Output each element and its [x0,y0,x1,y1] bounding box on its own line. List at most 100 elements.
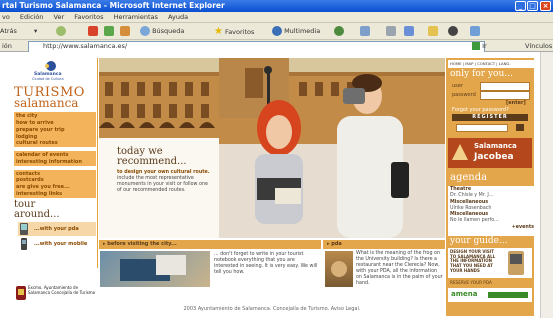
minimize-button[interactable]: _ [515,1,526,11]
menu-the-city[interactable]: the city [16,113,37,119]
edit-button[interactable] [404,26,414,37]
scallop-shell-icon [452,144,468,160]
maximize-button[interactable]: □ [527,1,538,11]
recommend-text-body: include the most representative monument… [117,176,208,193]
recommend-heading-2: recommend... [117,156,187,167]
search-button[interactable]: Búsqueda [140,26,184,37]
enter-button[interactable]: [enter] [506,100,526,106]
guide-title: your guide... [450,236,508,246]
jacobea-line1: Salamanca [474,142,517,150]
refresh-icon [104,26,114,36]
frog-carving-image [331,261,347,277]
favorites-button[interactable]: ★ Favoritos [214,26,254,37]
media-icon [272,26,282,36]
mobile-link[interactable]: ...with your mobile [18,238,96,250]
menu-free[interactable]: are give you free... [16,184,70,190]
mobile-phone-icon [21,238,27,250]
menu-interesting-info[interactable]: interesting information [16,159,82,165]
page-footer: 2003 Ayuntamiento de Salamanca. Concejal… [183,306,361,312]
menu-interesting-links[interactable]: interesting links [16,191,62,197]
page-scrollbar[interactable] [540,52,553,318]
mail-button[interactable] [360,26,370,37]
pda-bar-label: pda [331,241,342,247]
menu-bar: vo Edición Ver Favoritos Herramientas Ay… [0,12,553,23]
star-icon: ★ [214,26,223,37]
folder-icon [428,26,438,36]
search-go-icon[interactable] [516,124,524,131]
arrow-right-icon: ▸ [103,241,106,247]
address-bar: ión http://www.salamanca.es/ Ir Vínculos [0,40,553,53]
mail-icon [360,26,370,36]
logo-mark-icon [45,61,56,71]
mobile-link-label: ...with your mobile [34,241,88,247]
top-links[interactable]: HOME | MAP | CONTACT | LANG. [448,60,534,68]
links-label[interactable]: Vínculos [525,40,552,52]
menu-cultural-routes[interactable]: cultural routes [16,140,58,146]
agenda-title: agenda [450,172,488,183]
home-icon [120,26,130,36]
guide-text: DESIGN YOUR VISIT TO SALAMANCA ALL THE I… [450,249,496,273]
address-label: ión [2,42,12,50]
discuss-button[interactable] [470,26,480,37]
pda-bar[interactable]: ▸ pda [323,240,445,249]
menu-favorites[interactable]: Favoritos [74,13,103,21]
pda-icon [20,223,28,235]
forgot-password-link[interactable]: Forgot your password? [452,107,509,113]
toolbar: Atrás ▾ Búsqueda ★ Favoritos Multimedia [0,23,553,40]
register-button[interactable]: REGISTER [452,114,528,121]
hero-banner: today we recommend... to design your own… [99,58,445,238]
notebook-text: ... don't forget to write in your touris… [214,252,318,276]
stop-button[interactable] [88,26,98,37]
search-field[interactable] [456,124,508,132]
print-icon [386,26,396,36]
jacobea-banner[interactable]: Salamanca Jacobea [448,138,532,168]
menu-file[interactable]: vo [2,13,10,21]
pda-link-label: ...with your pda [34,226,79,232]
go-arrow-icon [472,42,480,50]
pda-link[interactable]: ...with your pda [18,222,96,236]
coat-of-arms-icon [16,286,26,300]
back-button[interactable]: Atrás [0,26,17,37]
messenger-button[interactable] [448,26,458,37]
menu-help[interactable]: Ayuda [168,13,188,21]
menu-calendar-events[interactable]: calendar of events [16,152,68,158]
amena-banner[interactable]: amena [448,288,532,302]
folder-button[interactable] [428,26,438,37]
ayuntamiento-logo[interactable]: Excmo. Ayuntamiento de Salamanca Conceja… [14,284,98,306]
reserve-pda-link[interactable]: RESERVE YOUR PDA [450,280,492,285]
before-visiting-bar[interactable]: ▸ before visiting the city... [99,240,321,249]
jacobea-line2: Jacobea [474,152,514,162]
edit-icon [404,26,414,36]
menu-how-to-arrive[interactable]: how to arrive [16,120,54,126]
recommend-text-bold: to design your own cultural route. [117,170,210,175]
recommend-text: to design your own cultural route. inclu… [117,170,213,194]
menu-tools[interactable]: Herramientas [114,13,158,21]
close-button[interactable]: × [540,1,551,11]
more-events-link[interactable]: +events [450,225,534,231]
guide-banner[interactable]: DESIGN YOUR VISIT TO SALAMANCA ALL THE I… [448,248,532,278]
forward-icon [56,26,66,36]
forward-button[interactable] [56,26,66,37]
search-icon [140,26,150,36]
menu-view[interactable]: Ver [54,13,65,21]
amena-stripe [488,292,528,298]
left-navigation: Salamanca Ciudad de Cultura TURISMO sala… [14,58,98,268]
agenda-list: Theatre Dr. Chisle y Mr. J... Miscellane… [448,186,536,236]
print-button[interactable] [386,26,396,37]
back-label: Atrás [0,27,17,35]
go-button[interactable]: Ir [472,41,498,51]
only-for-you-title: only for you... [450,69,513,79]
menu-postcards[interactable]: postcards [16,177,44,183]
right-sidebar: HOME | MAP | CONTACT | LANG. only for yo… [446,58,536,316]
menu-prepare-trip[interactable]: prepare your trip [16,127,65,133]
menu-edit[interactable]: Edición [20,13,44,21]
refresh-button[interactable] [104,26,114,37]
password-input[interactable] [480,91,530,100]
amena-logo-text: amena [451,290,478,298]
home-button[interactable] [120,26,130,37]
history-button[interactable] [334,26,344,37]
user-input[interactable] [480,82,530,91]
search-label: Búsqueda [152,27,185,35]
back-dropdown-icon[interactable]: ▾ [34,26,37,37]
multimedia-button[interactable]: Multimedia [272,26,320,37]
